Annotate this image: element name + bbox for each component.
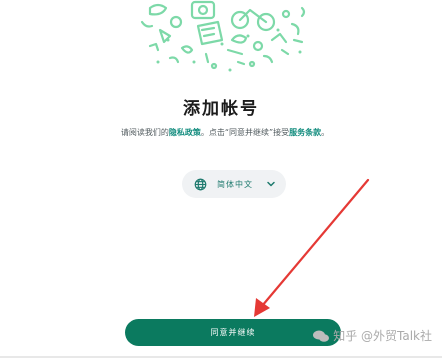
privacy-policy-link[interactable]: 隐私政策 [169,128,201,137]
policy-prefix: 请阅读我们的 [120,128,169,137]
agree-and-continue-button[interactable]: 同意并继续 [125,319,341,346]
chevron-down-icon [267,181,275,187]
language-selected-value: 简体中文 [217,179,253,189]
terms-of-service-link[interactable]: 服务条款 [289,128,321,137]
globe-icon [194,178,207,190]
page-title: 添加帐号 [183,99,259,119]
welcome-illustration [140,0,306,72]
wechat-icon [313,330,330,342]
language-selector[interactable]: 简体中文 [182,170,286,198]
watermark: 知乎 @外贸Talk社 [313,327,432,344]
policy-notice: 请阅读我们的隐私政策。点击“同意并继续”接受服务条款。 [118,126,332,140]
policy-middle: 。点击“同意并继续”接受 [200,128,290,137]
watermark-text: 知乎 @外贸Talk社 [333,329,432,343]
policy-suffix: 。 [321,128,330,137]
